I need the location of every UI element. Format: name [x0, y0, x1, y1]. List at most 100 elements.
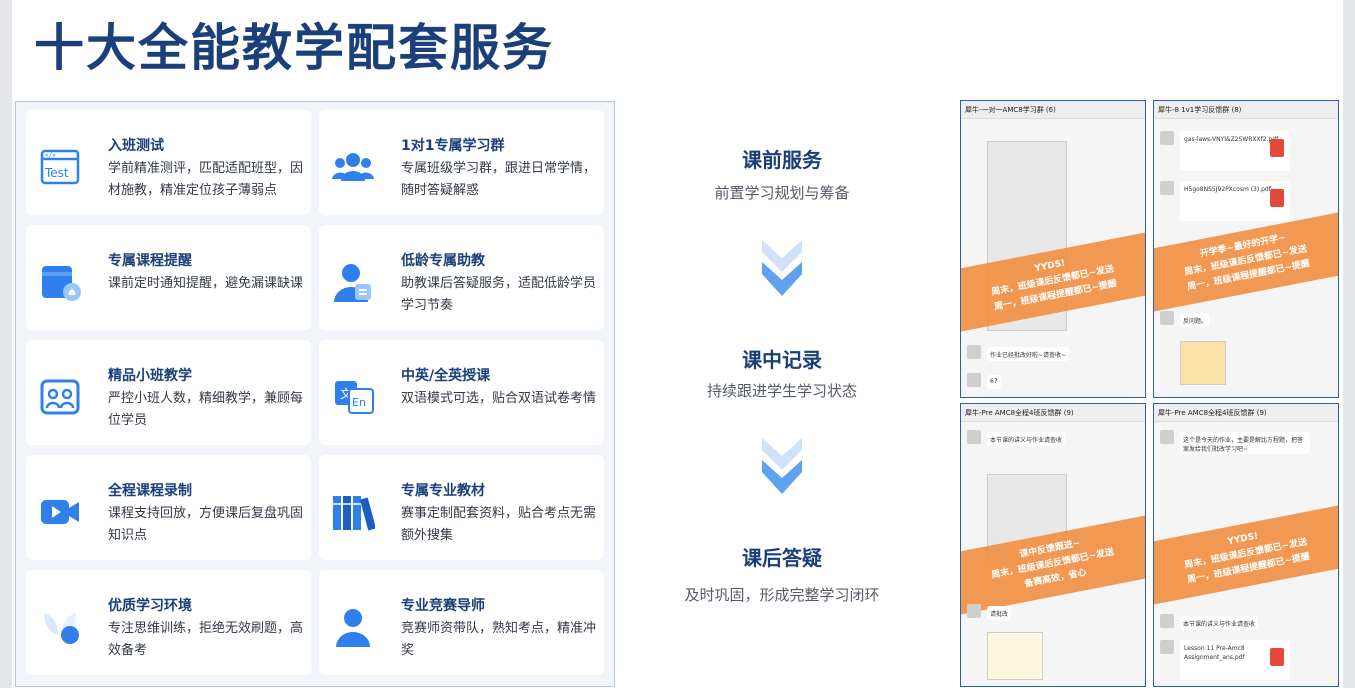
service-title: 全程课程录制	[108, 483, 192, 499]
chat-message: 反问题。	[1160, 311, 1332, 333]
avatar	[967, 373, 981, 387]
service-desc: 赛事定制配套资料，贴合考点无需额外搜集	[401, 506, 597, 543]
avatar	[967, 430, 981, 444]
bell-icon	[42, 266, 81, 301]
pdf-file[interactable]: H5go8NS5J92PXcosm (3).pdf	[1180, 181, 1290, 221]
classroom-icon	[40, 379, 80, 415]
chat-screenshot: 犀牛-Pre AMC8全程4班反馈群 (9) 这个是今天的作业，主要是解比方程题…	[1153, 403, 1339, 687]
avatar	[967, 345, 981, 359]
avatar	[1160, 181, 1174, 195]
service-desc: 竞赛师资带队，熟知考点，精准冲奖	[401, 621, 597, 658]
service-desc: 助教课后答疑服务，适配低龄学员学习节奏	[401, 276, 597, 313]
svg-text:</>: </>	[45, 152, 56, 159]
service-card-study-group: 1对1专属学习群 专属班级学习群，跟进日常学情，随时答疑解惑	[319, 110, 604, 215]
pdf-icon	[1270, 139, 1284, 157]
pdf-file[interactable]: Lesson 11 Pre-Amc8 Assignment_ans.pdf	[1180, 640, 1290, 680]
avatar	[967, 604, 981, 618]
service-title: 专属专业教材	[401, 483, 485, 499]
service-card-mentor: 专业竞赛导师 竞赛师资带队，熟知考点，精准冲奖	[319, 570, 604, 675]
chat-message: gas-laws-VNYl&Z2SWRXXf2.pdf	[1160, 131, 1332, 175]
avatar	[1160, 311, 1174, 325]
service-title: 专属课程提醒	[108, 253, 192, 269]
svg-text:En: En	[352, 396, 366, 409]
chat-image	[987, 632, 1043, 680]
environment-icon	[44, 613, 79, 644]
service-card-course-reminder: 专属课程提醒 课前定时通知提醒，避免漏课缺课	[26, 225, 311, 330]
service-card-junior-assistant: 低龄专属助教 助教课后答疑服务，适配低龄学员学习节奏	[319, 225, 604, 330]
page-title: 十大全能教学配套服务	[34, 19, 554, 77]
arrow-down-icon	[762, 438, 802, 494]
group-icon	[332, 153, 374, 181]
service-title: 中英/全英授课	[401, 368, 491, 384]
svg-text:Test: Test	[44, 166, 69, 180]
file-name: H5go8NS5J92PXcosm (3).pdf	[1184, 186, 1271, 193]
chat-message: 请批改	[967, 604, 1139, 626]
service-card-recording: 全程课程录制 课程支持回放，方便课后复盘巩固知识点	[26, 455, 311, 560]
chat-message: 作业已经批改好啦~请查收~	[967, 345, 1139, 367]
mentor-icon	[336, 609, 370, 647]
service-title: 入班测试	[108, 138, 164, 154]
flow-step-desc: 持续跟进学生学习状态	[706, 382, 857, 400]
chat-message: 67	[967, 373, 1139, 395]
books-icon	[333, 496, 375, 531]
service-card-small-class: 精品小班教学 严控小班人数，精细教学，兼顾每位学员	[26, 340, 311, 445]
chat-screenshot: 犀牛-Pre AMC8全程4班反馈群 (9) 本节课的讲义与作业请查收 课中反馈…	[960, 403, 1146, 687]
chat-message: Lesson 11 Pre-Amc8 Assignment_ans.pdf	[1160, 640, 1332, 684]
chat-bubble: 本节课的讲义与作业请查收	[1180, 616, 1259, 630]
service-flow: 课前服务 前置学习规划与筹备 课中记录 持续跟进学生学习状态 课后答疑 及时巩固…	[632, 140, 932, 620]
chat-header: 犀牛-一对一AMC8学习群 (6)	[961, 101, 1145, 119]
service-desc: 课程支持回放，方便课后复盘巩固知识点	[108, 506, 304, 543]
pdf-file[interactable]: gas-laws-VNYl&Z2SWRXXf2.pdf	[1180, 131, 1290, 171]
page: 十大全能教学配套服务 </> Test 入班测试 学前精准测评，匹配适配班型，因…	[12, 0, 1343, 688]
promo-banner: YYDS! 周末，班级课后反馈都已~发送 周一，班级课程提醒都已~提醒	[1154, 505, 1338, 605]
avatar	[1160, 430, 1174, 444]
pdf-icon	[1270, 648, 1284, 666]
service-title: 1对1专属学习群	[401, 138, 505, 154]
flow-step-title: 课前服务	[742, 148, 822, 172]
service-title: 优质学习环境	[108, 598, 192, 614]
chat-bubble: 作业已经批改好啦~请查收~	[987, 347, 1070, 361]
chat-message: 这个是今天的作业，主要是解比方程题，把答案发给我们批改学习吧~	[1160, 430, 1332, 456]
chat-screenshot: 犀牛-8 1v1学习反馈群 (8) gas-laws-VNYl&Z2SWRXXf…	[1153, 100, 1339, 398]
file-name: gas-laws-VNYl&Z2SWRXXf2.pdf	[1184, 136, 1279, 143]
chat-bubble: 反问题。	[1180, 313, 1211, 327]
chat-bubble: 这个是今天的作业，主要是解比方程题，把答案发给我们批改学习吧~	[1180, 432, 1310, 454]
service-title: 精品小班教学	[108, 368, 192, 384]
chat-header: 犀牛-Pre AMC8全程4班反馈群 (9)	[1154, 404, 1338, 422]
services-panel: </> Test 入班测试 学前精准测评，匹配适配班型，因材施教，精准定位孩子薄…	[15, 101, 615, 687]
chat-header: 犀牛-Pre AMC8全程4班反馈群 (9)	[961, 404, 1145, 422]
avatar	[1160, 614, 1174, 628]
flow-step-title: 课后答疑	[742, 546, 822, 570]
chat-bubble: 本节课的讲义与作业请查收	[987, 432, 1066, 446]
avatar	[1160, 640, 1174, 654]
service-card-environment: 优质学习环境 专注思维训练，拒绝无效刷题，高效备考	[26, 570, 311, 675]
service-desc: 专属班级学习群，跟进日常学情，随时答疑解惑	[401, 161, 597, 198]
chat-message: 本节课的讲义与作业请查收	[1160, 614, 1332, 636]
service-card-bilingual: 文 En 中英/全英授课 双语模式可选，贴合双语试卷考情	[319, 340, 604, 445]
chat-message: 本节课的讲义与作业请查收	[967, 430, 1139, 452]
assistant-icon	[334, 264, 371, 302]
service-desc: 严控小班人数，精细教学，兼顾每位学员	[108, 391, 304, 428]
pdf-icon	[1270, 189, 1284, 207]
chat-bubble: 请批改	[987, 606, 1012, 620]
service-desc: 双语模式可选，贴合双语试卷考情	[401, 391, 597, 406]
promo-banner: 开学季~最好的开学~ 周末，班级课后反馈都已~发送 周一，班级课程提醒都已~提醒	[1154, 212, 1338, 312]
service-title: 专业竞赛导师	[401, 598, 485, 614]
service-title: 低龄专属助教	[401, 253, 485, 269]
service-card-entrance-test: </> Test 入班测试 学前精准测评，匹配适配班型，因材施教，精准定位孩子薄…	[26, 110, 311, 215]
test-icon: </> Test	[40, 149, 80, 185]
file-name: Lesson 11 Pre-Amc8 Assignment_ans.pdf	[1184, 645, 1245, 661]
chat-bubble: 67	[987, 375, 1001, 389]
flow-step-title: 课中记录	[742, 348, 822, 372]
flow-step-desc: 前置学习规划与筹备	[714, 184, 850, 202]
service-card-materials: 专属专业教材 赛事定制配套资料，贴合考点无需额外搜集	[319, 455, 604, 560]
chat-image	[1180, 341, 1226, 385]
service-desc: 学前精准测评，匹配适配班型，因材施教，精准定位孩子薄弱点	[108, 161, 304, 198]
service-desc: 专注思维训练，拒绝无效刷题，高效备考	[108, 621, 304, 658]
avatar	[1160, 131, 1174, 145]
service-desc: 课前定时通知提醒，避免漏课缺课	[108, 276, 304, 291]
arrow-down-icon	[762, 240, 802, 296]
flow-step-desc: 及时巩固，形成完整学习闭环	[684, 586, 880, 604]
chat-screenshot: 犀牛-一对一AMC8学习群 (6) YYDS! 周末，班级课后反馈都已~发送 周…	[960, 100, 1146, 398]
video-icon	[41, 500, 79, 524]
